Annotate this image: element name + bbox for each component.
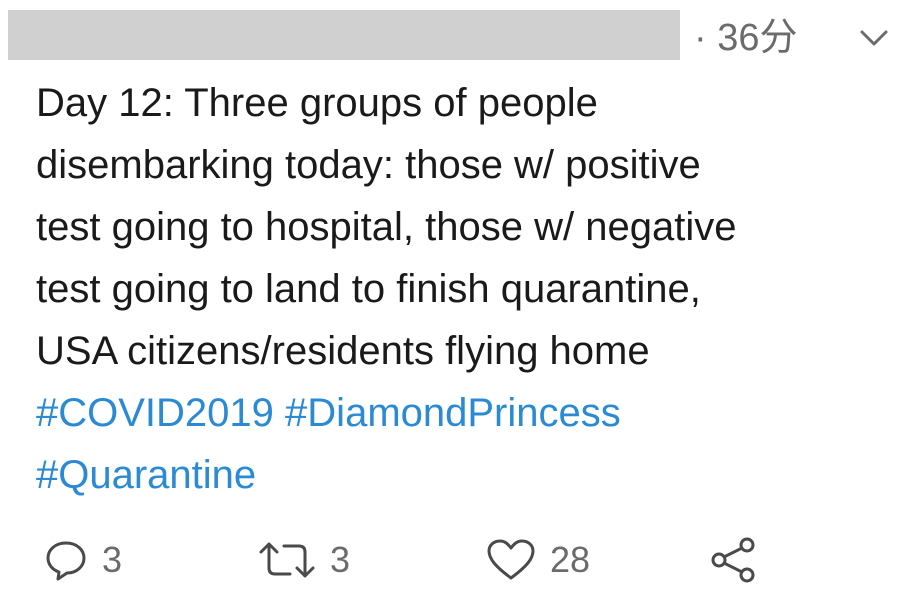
- tweet-actions-bar: 3 3 28: [0, 530, 899, 590]
- tweet-header: · 36分: [0, 0, 899, 70]
- reply-button[interactable]: 3: [44, 530, 122, 590]
- retweet-count: 3: [330, 539, 351, 580]
- like-count: 28: [550, 539, 591, 580]
- tweet-text-line: test going to hospital, those w/ negativ…: [36, 205, 737, 249]
- hashtag-line: #COVID2019 #DiamondPrincess: [36, 382, 886, 444]
- tweet-text: Day 12: Three groups of people disembark…: [36, 72, 886, 506]
- hashtag-covid2019[interactable]: #COVID2019: [36, 391, 274, 435]
- tweet-text-line: disembarking today: those w/ positive: [36, 143, 701, 187]
- chevron-down-icon[interactable]: [856, 24, 892, 52]
- hashtag-diamondprincess[interactable]: #DiamondPrincess: [285, 391, 621, 435]
- hashtag-quarantine[interactable]: #Quarantine: [36, 453, 256, 497]
- like-icon: [486, 538, 536, 582]
- tweet-timestamp: · 36分: [694, 17, 798, 59]
- tweet-text-line: test going to land to finish quarantine,: [36, 267, 701, 311]
- like-button[interactable]: 28: [486, 530, 590, 590]
- retweet-button[interactable]: 3: [258, 530, 350, 590]
- reply-icon: [44, 538, 88, 582]
- share-icon: [708, 535, 758, 585]
- reply-count: 3: [102, 539, 123, 580]
- share-button[interactable]: [708, 530, 758, 590]
- tweet-text-line: Day 12: Three groups of people: [36, 81, 598, 125]
- redacted-author-name: [8, 10, 680, 60]
- hashtag-line: #Quarantine: [36, 444, 886, 506]
- tweet-text-line: USA citizens/residents flying home: [36, 329, 650, 373]
- retweet-icon: [258, 538, 316, 582]
